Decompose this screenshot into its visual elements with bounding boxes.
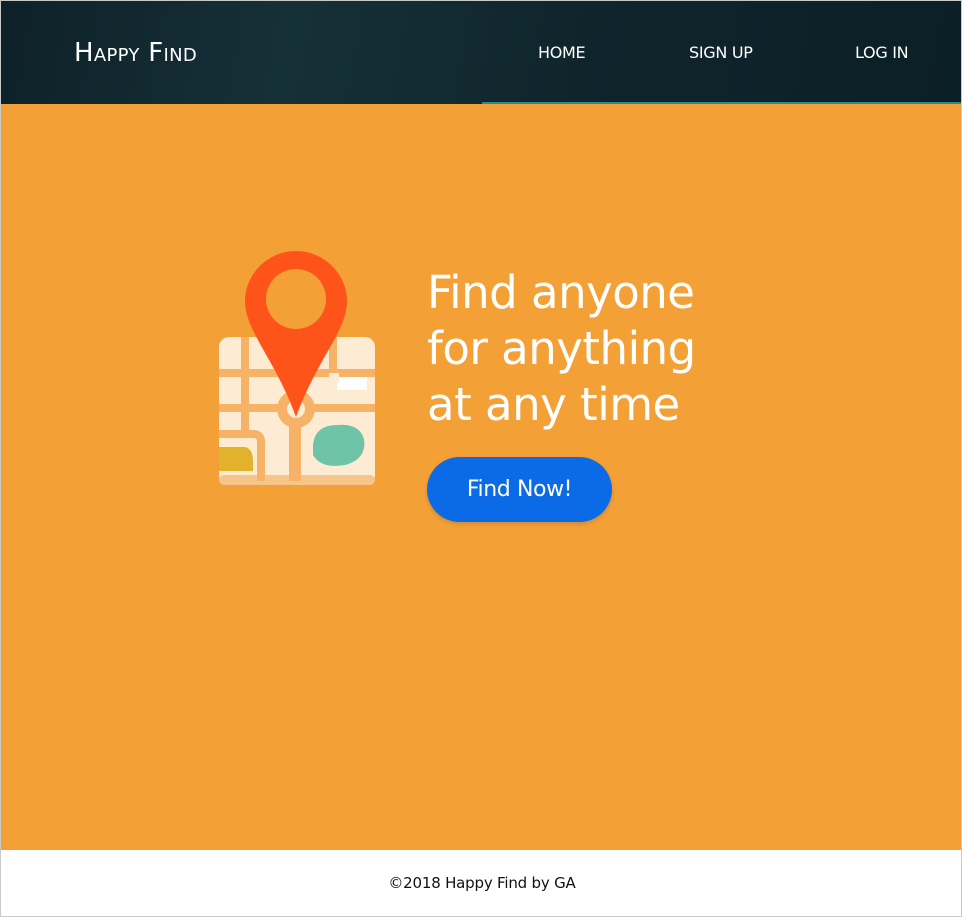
brand-logo[interactable]: Happy Find <box>74 37 197 69</box>
page-frame: Happy Find HOME SIGN UP LOG IN Find anyo… <box>0 0 962 917</box>
site-header: Happy Find HOME SIGN UP LOG IN <box>1 1 961 104</box>
headline-line-1: Find anyone <box>427 266 695 319</box>
site-footer: ©2018 Happy Find by GA <box>1 850 961 916</box>
hero-headline: Find anyone for anything at any time <box>427 265 767 433</box>
nav-login-link[interactable]: LOG IN <box>855 43 909 63</box>
headline-line-2: for anything <box>427 322 696 375</box>
map-pin-icon <box>219 251 375 485</box>
footer-copyright: ©2018 Happy Find by GA <box>388 874 576 892</box>
nav-signup-link[interactable]: SIGN UP <box>689 43 753 63</box>
headline-line-3: at any time <box>427 378 680 431</box>
nav-home-link[interactable]: HOME <box>538 43 586 63</box>
hero-section: Find anyone for anything at any time Fin… <box>1 104 961 850</box>
find-now-button[interactable]: Find Now! <box>427 457 612 522</box>
